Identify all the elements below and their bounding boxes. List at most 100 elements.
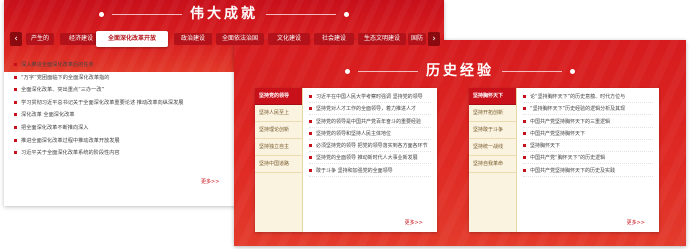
- right-card-more-link[interactable]: 更多>>: [627, 219, 645, 226]
- title-dot-right: [570, 68, 575, 74]
- list-item-text[interactable]: 坚持党的领导和坚持人民主体地位: [316, 131, 391, 137]
- bullet-icon: [309, 144, 312, 148]
- list-item[interactable]: 习近平在中国人民大学考察时强调 坚持党的领导: [309, 92, 431, 103]
- experience-panel: 历史经验 坚持党的领导 坚持人民至上 坚持理论创新 坚持独立自主 坚持中国道路 …: [234, 40, 686, 246]
- tab-item-active[interactable]: 全面深化改革开放: [96, 31, 168, 47]
- bullet-icon: [14, 75, 17, 79]
- title-dot-left: [345, 68, 350, 74]
- list-item-text[interactable]: 敢于斗争 坚持和加强党的全面领导: [316, 168, 393, 174]
- card-article-list: 习近平在中国人民大学考察时强调 坚持党的领导 坚持党对人才工作的全面领导，着力推…: [309, 92, 431, 178]
- bullet-icon: [14, 151, 17, 155]
- tab-item[interactable]: 国防: [408, 33, 426, 45]
- side-tab[interactable]: 坚持独立自主: [255, 139, 302, 156]
- tab-item[interactable]: 社会建设: [314, 33, 354, 45]
- list-item-text[interactable]: 中国共产党坚持胸怀天下: [530, 131, 585, 137]
- side-tab[interactable]: 坚持统一战线: [469, 139, 516, 156]
- list-item[interactable]: 深入推进全面深化改革后的任务: [14, 60, 234, 71]
- list-item[interactable]: 习近平关于全面深化改革系统的阶段性内容: [14, 148, 234, 159]
- side-tab[interactable]: 坚持理论创新: [255, 122, 302, 139]
- list-item[interactable]: 中国共产党坚持胸怀天下的三重逻辑: [523, 117, 653, 128]
- side-tab[interactable]: 坚持人民至上: [255, 105, 302, 122]
- list-item[interactable]: 坚持党的全面领导 推动新时代人大事业新发展: [309, 153, 431, 165]
- list-item-text[interactable]: 坚持胸怀天下: [530, 143, 560, 149]
- list-item[interactable]: 坚持党对人才工作的全面领导，着力推进人才: [309, 104, 431, 116]
- list-item-text[interactable]: 中国共产党坚持胸怀天下的三重逻辑: [530, 119, 610, 125]
- bullet-icon: [523, 95, 526, 98]
- list-item[interactable]: 中国共产党“胸怀天下”的历史逻辑: [523, 153, 653, 165]
- list-item[interactable]: 论“坚持胸怀天下”的历史意蕴、时代方位与: [523, 92, 653, 103]
- list-item[interactable]: 推进全面深化改革过程中推动改革开放发展: [14, 136, 234, 147]
- experience-title-text: 历史经验: [426, 63, 494, 79]
- bullet-icon: [14, 113, 17, 117]
- list-item-text[interactable]: 深入推进全面深化改革后的任务: [21, 62, 94, 68]
- title-dot-left: [99, 11, 104, 17]
- list-item-text[interactable]: 习近平关于全面深化改革系统的阶段性内容: [21, 150, 120, 156]
- bullet-icon: [309, 131, 312, 135]
- list-item-text[interactable]: 把全面深化改革不断推向深入: [21, 125, 88, 131]
- list-item[interactable]: 学习贯彻习近平总书记关于全面深化改革重要论述 推动改革向纵深发展: [14, 98, 234, 109]
- list-item-text[interactable]: 深化改革 全面深化改革: [21, 112, 75, 118]
- side-tab[interactable]: 坚持敢于斗争: [469, 122, 516, 139]
- bullet-icon: [309, 119, 312, 123]
- bullet-icon: [523, 144, 526, 148]
- side-tab-active[interactable]: 坚持党的领导: [255, 88, 302, 105]
- card-side-tabs: 坚持胸怀天下 坚持开拓创新 坚持敢于斗争 坚持统一战线 坚持自我革命: [469, 88, 517, 232]
- tab-item[interactable]: 产生的: [26, 33, 54, 45]
- list-item[interactable]: 把全面深化改革不断推向深入: [14, 123, 234, 134]
- list-item[interactable]: 必须坚持党的领导 把党的领导落实到各方面各环节: [309, 141, 431, 153]
- experience-title: 历史经验: [234, 60, 686, 80]
- achievements-title-text: 伟大成就: [190, 6, 258, 22]
- list-item[interactable]: 敢于斗争 坚持和加强党的全面领导: [309, 166, 431, 177]
- experience-card-right: 坚持胸怀天下 坚持开拓创新 坚持敢于斗争 坚持统一战线 坚持自我革命 论“坚持胸…: [469, 88, 659, 232]
- list-item[interactable]: 坚持胸怀天下: [523, 141, 653, 153]
- list-item-text[interactable]: “万字”党团面临下的全面深化改革指的: [21, 75, 109, 81]
- bullet-icon: [309, 107, 312, 111]
- list-item[interactable]: 坚持党的领导是中国共产党百年奋斗的重要经验: [309, 117, 431, 128]
- list-item[interactable]: 中国共产党坚持胸怀天下的历史及实践: [523, 166, 653, 177]
- side-tab[interactable]: 坚持自我革命: [469, 156, 516, 173]
- tab-item[interactable]: 生态文明建设: [358, 33, 406, 45]
- list-item[interactable]: 中国共产党坚持胸怀天下: [523, 129, 653, 140]
- list-item-text[interactable]: “坚持胸怀天下”历史经验的逻辑分析及其现: [530, 106, 625, 112]
- title-dot-right: [344, 11, 349, 17]
- list-item[interactable]: 全面深化改革、突出重点“三办一改”: [14, 85, 234, 96]
- list-item-text[interactable]: 中国共产党“胸怀天下”的历史逻辑: [530, 155, 605, 161]
- tab-item[interactable]: 全面依法治国: [216, 33, 264, 45]
- list-item[interactable]: 深化改革 全面深化改革: [14, 110, 234, 121]
- bullet-icon: [14, 125, 17, 129]
- list-item-text[interactable]: 推进全面深化改革过程中推动改革开放发展: [21, 138, 120, 144]
- list-item[interactable]: “万字”党团面临下的全面深化改革指的: [14, 73, 234, 84]
- side-tab[interactable]: 坚持开拓创新: [469, 105, 516, 122]
- side-tab-active[interactable]: 坚持胸怀天下: [469, 88, 516, 105]
- tab-item[interactable]: 政治建设: [174, 33, 212, 45]
- list-item-text[interactable]: 坚持党的领导是中国共产党百年奋斗的重要经验: [316, 119, 421, 125]
- tab-item[interactable]: 文化建设: [268, 33, 310, 45]
- achievements-more-link[interactable]: 更多>>: [201, 178, 219, 185]
- list-item[interactable]: 坚持党的领导和坚持人民主体地位: [309, 129, 431, 140]
- achievements-title: 伟大成就: [4, 3, 444, 23]
- bullet-icon: [523, 156, 526, 160]
- list-item-text[interactable]: 中国共产党坚持胸怀天下的历史及实践: [530, 168, 615, 174]
- bullet-icon: [523, 168, 526, 172]
- list-item[interactable]: “坚持胸怀天下”历史经验的逻辑分析及其现: [523, 104, 653, 116]
- list-item-text[interactable]: 坚持党对人才工作的全面领导，着力推进人才: [316, 106, 416, 112]
- bullet-icon: [309, 156, 312, 160]
- bullet-icon: [523, 119, 526, 123]
- tab-prev-arrow-icon[interactable]: ‹: [10, 32, 22, 46]
- bullet-icon: [14, 63, 17, 66]
- card-article-list: 论“坚持胸怀天下”的历史意蕴、时代方位与 “坚持胸怀天下”历史经验的逻辑分析及其…: [523, 92, 653, 178]
- side-tab[interactable]: 坚持中国道路: [255, 156, 302, 173]
- list-item-text[interactable]: 坚持党的全面领导 推动新时代人大事业新发展: [316, 155, 418, 161]
- bullet-icon: [309, 95, 312, 98]
- title-line-right: [502, 70, 562, 72]
- title-line-right: [266, 13, 336, 15]
- list-item-text[interactable]: 学习贯彻习近平总书记关于全面深化改革重要论述 推动改革向纵深发展: [21, 100, 183, 106]
- list-item-text[interactable]: 必须坚持党的领导 把党的领导落实到各方面各环节: [316, 143, 428, 149]
- list-item-text[interactable]: 论“坚持胸怀天下”的历史意蕴、时代方位与: [530, 94, 625, 100]
- experience-card-left: 坚持党的领导 坚持人民至上 坚持理论创新 坚持独立自主 坚持中国道路 习近平在中…: [255, 88, 437, 232]
- achievements-article-list: 深入推进全面深化改革后的任务 “万字”党团面临下的全面深化改革指的 全面深化改革…: [14, 60, 234, 161]
- left-card-more-link[interactable]: 更多>>: [405, 219, 423, 226]
- tab-next-arrow-icon[interactable]: ›: [428, 32, 440, 46]
- list-item-text[interactable]: 习近平在中国人民大学考察时强调 坚持党的领导: [316, 94, 423, 100]
- list-item-text[interactable]: 全面深化改革、突出重点“三办一改”: [21, 87, 104, 93]
